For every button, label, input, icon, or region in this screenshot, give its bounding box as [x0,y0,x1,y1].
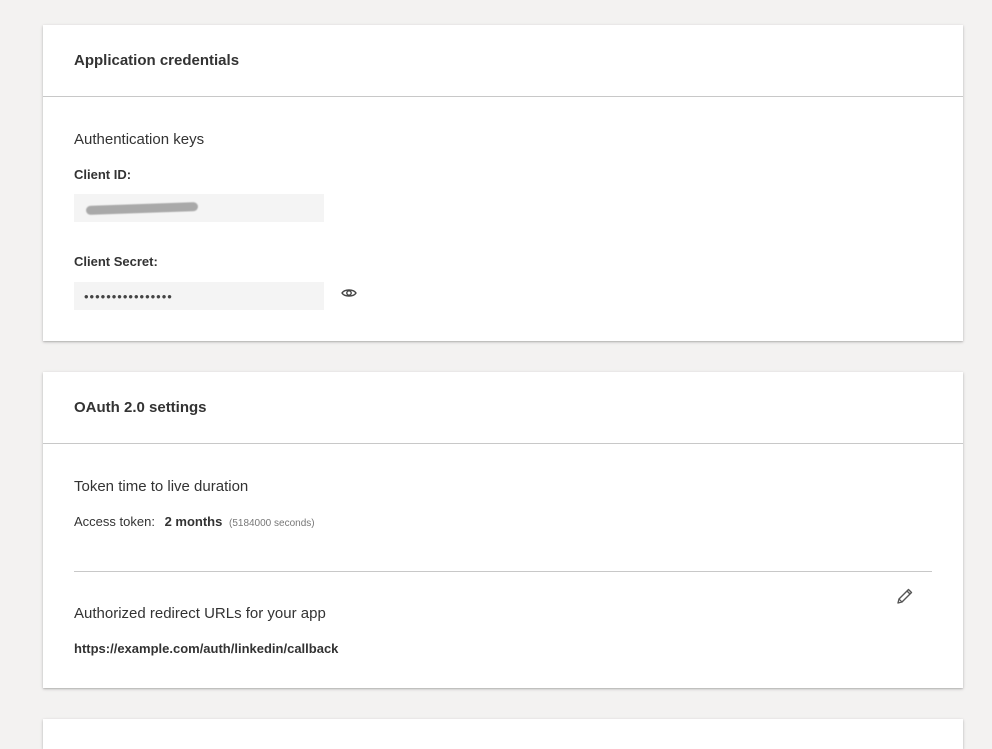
access-token-row: Access token: 2 months (5184000 seconds) [74,514,315,529]
authentication-keys-title: Authentication keys [74,131,205,148]
redaction-mark [85,202,199,215]
next-card [43,719,963,749]
client-id-value-redacted [84,194,284,222]
pencil-icon[interactable] [894,585,916,607]
redirect-urls-title: Authorized redirect URLs for your app [74,605,326,622]
client-secret-value: •••••••••••••••• [84,288,173,304]
card-header-application-credentials: Application credentials [43,25,963,97]
section-divider [74,571,932,572]
redirect-url: https://example.com/auth/linkedin/callba… [74,641,339,656]
access-token-label: Access token: [74,514,155,529]
oauth-settings-card: OAuth 2.0 settings Token time to live du… [43,372,963,688]
access-token-seconds: (5184000 seconds) [228,518,315,529]
access-token-value: 2 months [164,514,223,529]
client-secret-field[interactable]: •••••••••••••••• [74,282,324,310]
client-id-field[interactable] [74,194,324,222]
token-ttl-title: Token time to live duration [74,478,249,495]
client-secret-label: Client Secret: [74,254,158,269]
eye-icon[interactable] [338,282,360,304]
client-id-label: Client ID: [74,167,132,182]
card-header-oauth-settings: OAuth 2.0 settings [43,372,963,444]
application-credentials-card: Application credentials Authentication k… [43,25,963,341]
